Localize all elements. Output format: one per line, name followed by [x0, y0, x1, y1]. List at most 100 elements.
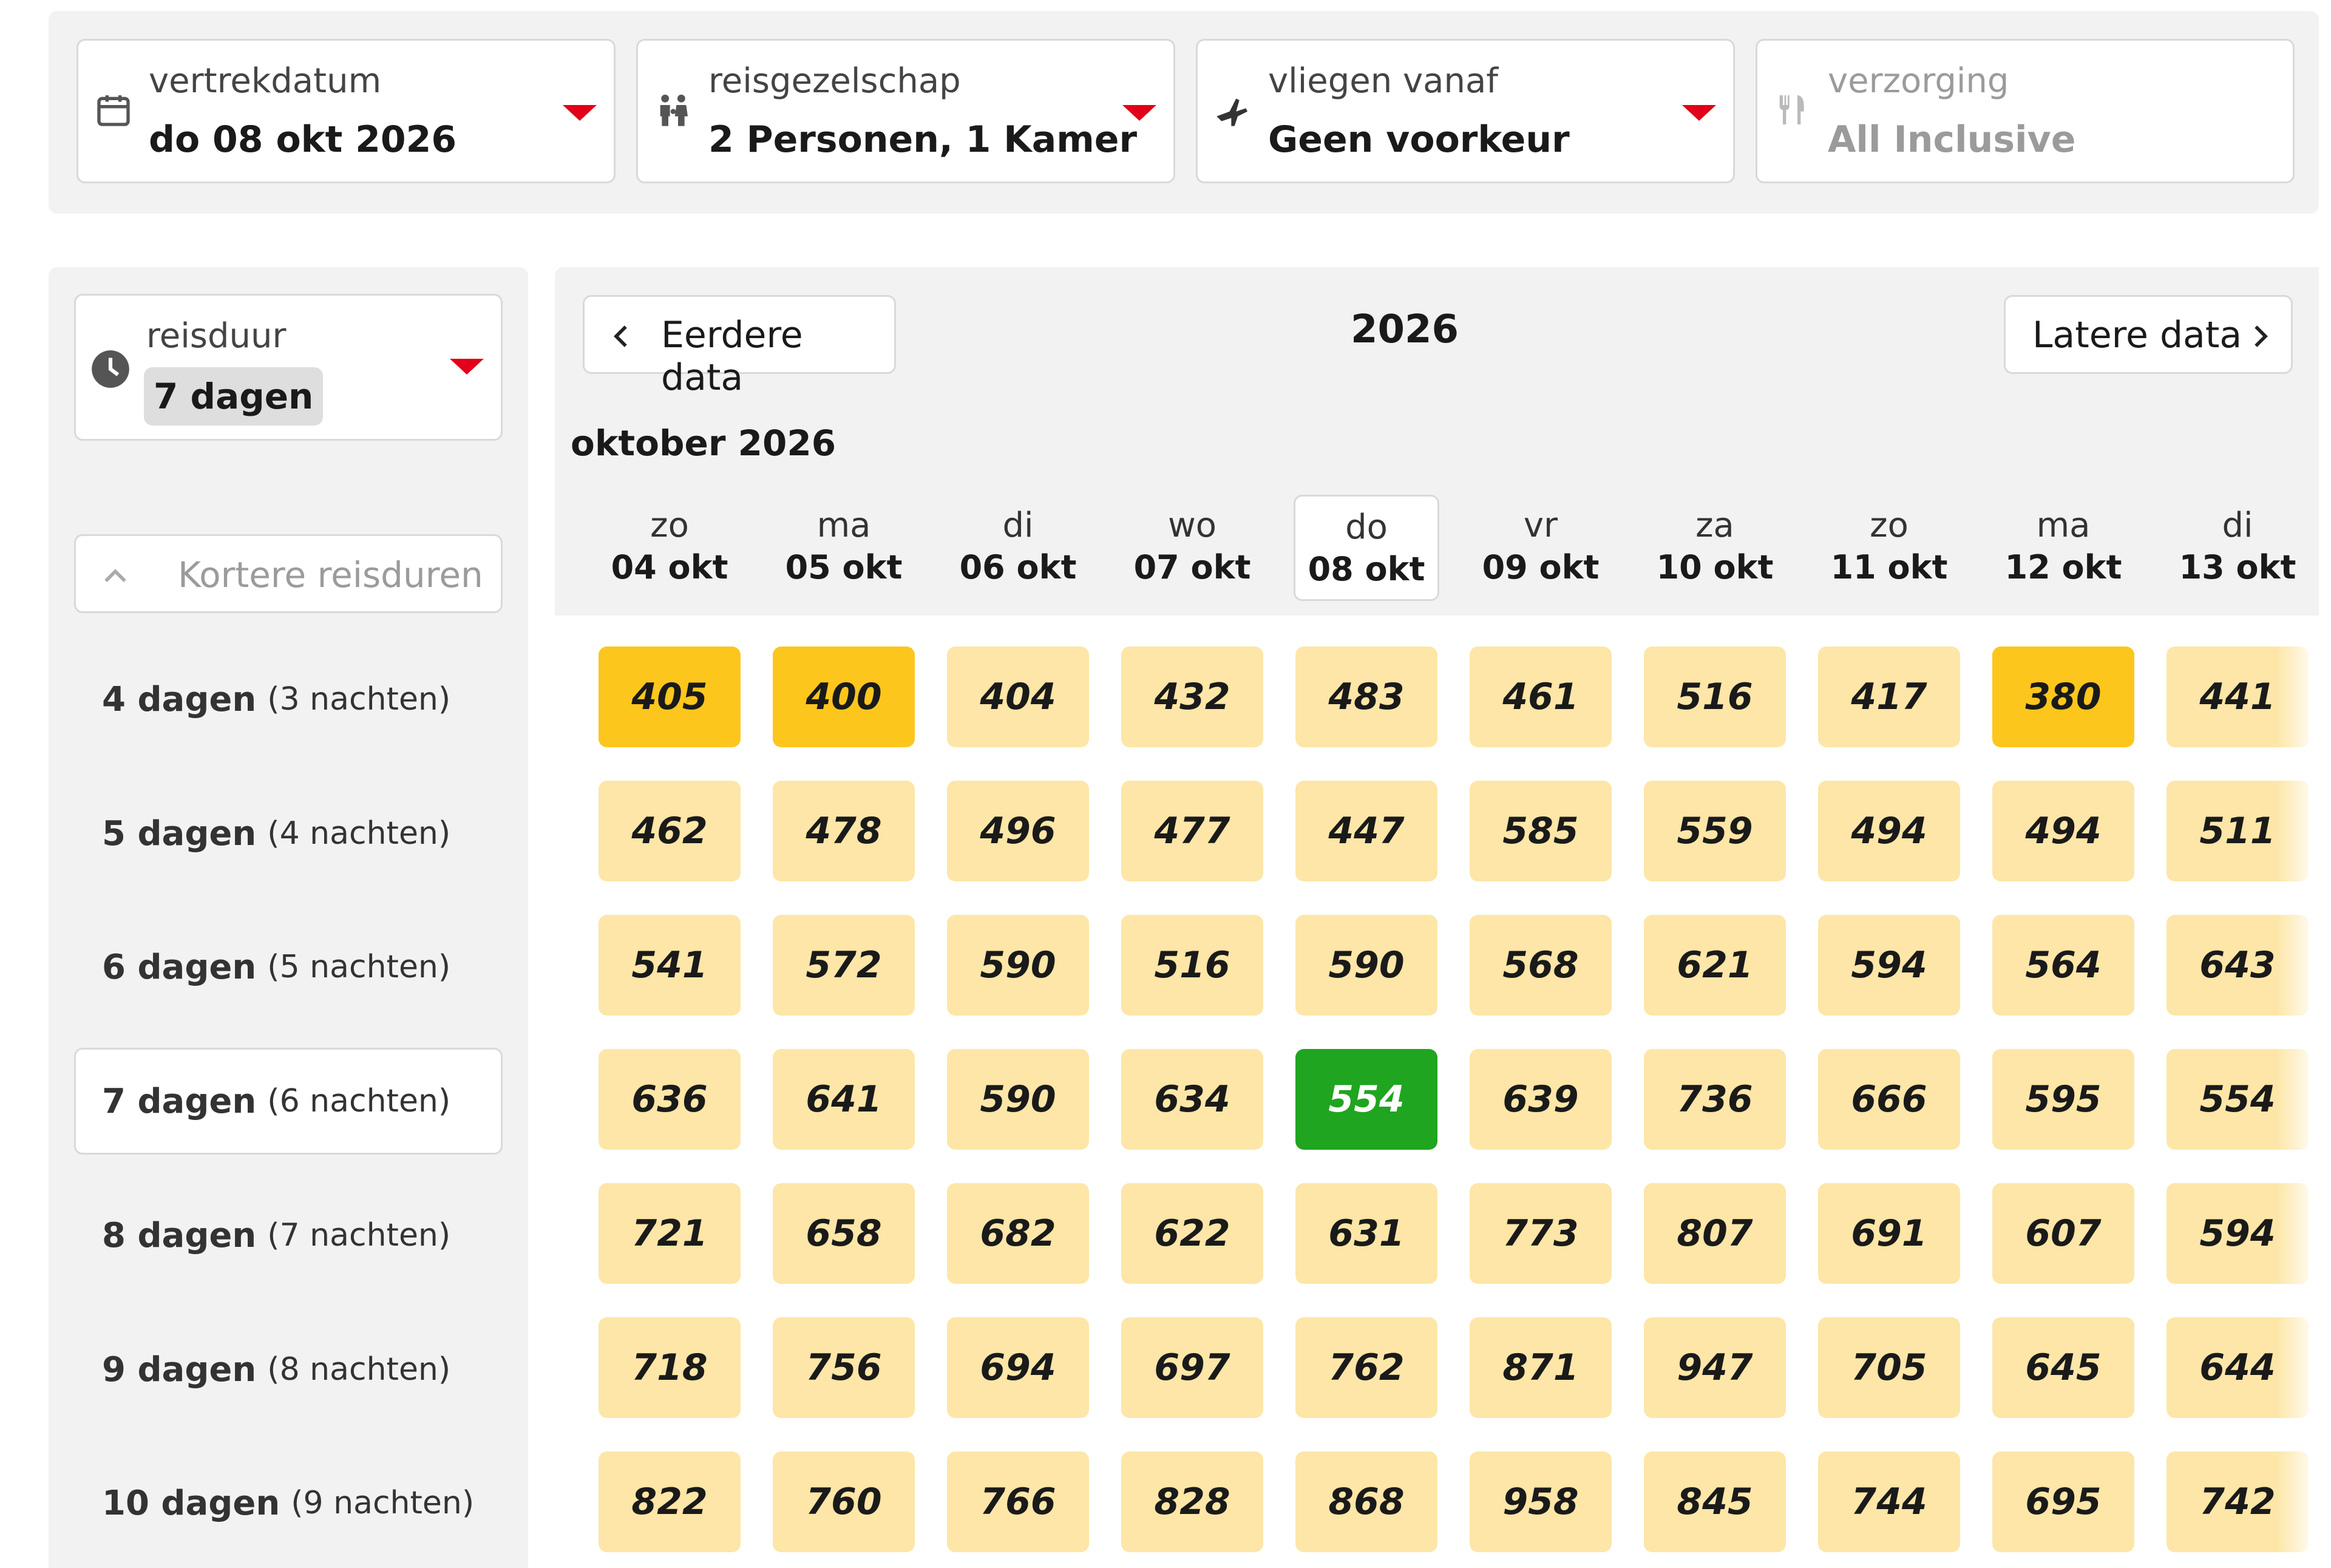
- duration-nights: (8 nachten): [267, 1351, 451, 1388]
- price-cell[interactable]: 594: [1818, 915, 1960, 1016]
- day-column-header[interactable]: di 06 okt: [945, 495, 1091, 601]
- price-cell[interactable]: 477: [1121, 781, 1263, 881]
- price-cell[interactable]: 417: [1818, 647, 1960, 747]
- cutlery-icon: [1779, 95, 1804, 124]
- family-icon: [660, 94, 688, 126]
- price-cell[interactable]: 639: [1470, 1049, 1612, 1150]
- price-cell[interactable]: 447: [1295, 781, 1437, 881]
- price-cell[interactable]: 572: [773, 915, 915, 1016]
- price-cell[interactable]: 564: [1992, 915, 2134, 1016]
- day-column-header[interactable]: za 10 okt: [1642, 495, 1788, 601]
- price-cell[interactable]: 559: [1644, 781, 1786, 881]
- price-cell[interactable]: 585: [1470, 781, 1612, 881]
- price-cell[interactable]: 762: [1295, 1317, 1437, 1418]
- price-cell[interactable]: 958: [1470, 1451, 1612, 1552]
- price-cell[interactable]: 666: [1818, 1049, 1960, 1150]
- price-cell[interactable]: 947: [1644, 1317, 1786, 1418]
- price-cell[interactable]: 461: [1470, 647, 1612, 747]
- later-dates-button[interactable]: Latere data: [2004, 295, 2293, 374]
- date-label: 08 okt: [1308, 550, 1425, 588]
- filter-label: vertrekdatum: [149, 61, 382, 101]
- price-cell[interactable]: 645: [1992, 1317, 2134, 1418]
- price-cell[interactable]: 658: [773, 1183, 915, 1284]
- price-cell[interactable]: 590: [947, 915, 1089, 1016]
- price-cell[interactable]: 607: [1992, 1183, 2134, 1284]
- price-cell[interactable]: 721: [599, 1183, 741, 1284]
- departure-airport-filter[interactable]: vliegen vanaf Geen voorkeur: [1196, 39, 1735, 183]
- day-column-header[interactable]: wo 07 okt: [1119, 495, 1265, 601]
- duration-row[interactable]: 8 dagen (7 nachten): [74, 1182, 503, 1289]
- price-cell[interactable]: 773: [1470, 1183, 1612, 1284]
- price-cell[interactable]: 462: [599, 781, 741, 881]
- day-column-header[interactable]: zo 04 okt: [597, 495, 742, 601]
- price-cell[interactable]: 494: [1818, 781, 1960, 881]
- price-cell[interactable]: 516: [1121, 915, 1263, 1016]
- price-cell[interactable]: 400: [773, 647, 915, 747]
- price-cell[interactable]: 432: [1121, 647, 1263, 747]
- price-cell[interactable]: 478: [773, 781, 915, 881]
- price-cell[interactable]: 568: [1470, 915, 1612, 1016]
- price-cell[interactable]: 845: [1644, 1451, 1786, 1552]
- price-cell[interactable]: 871: [1470, 1317, 1612, 1418]
- price-cell[interactable]: 494: [1992, 781, 2134, 881]
- board-type-filter: verzorging All Inclusive: [1756, 39, 2295, 183]
- duration-dropdown[interactable]: reisduur 7 dagen: [74, 294, 503, 441]
- price-cell[interactable]: 541: [599, 915, 741, 1016]
- duration-row-selected[interactable]: 7 dagen (6 nachten): [74, 1048, 503, 1155]
- day-column-header[interactable]: vr 09 okt: [1468, 495, 1613, 601]
- price-cell[interactable]: 636: [599, 1049, 741, 1150]
- day-column-header[interactable]: ma 05 okt: [771, 495, 917, 601]
- day-column-header[interactable]: do 08 okt: [1294, 495, 1439, 601]
- caret-down-icon: [450, 359, 484, 375]
- price-cell-selected[interactable]: 554: [1295, 1049, 1437, 1150]
- duration-row[interactable]: 9 dagen (8 nachten): [74, 1316, 503, 1423]
- price-cell[interactable]: 621: [1644, 915, 1786, 1016]
- price-cell[interactable]: 691: [1818, 1183, 1960, 1284]
- price-cell[interactable]: 496: [947, 781, 1089, 881]
- duration-row[interactable]: 5 dagen (4 nachten): [74, 780, 503, 887]
- day-column-header[interactable]: zo 11 okt: [1816, 495, 1962, 601]
- price-cell[interactable]: 634: [1121, 1049, 1263, 1150]
- price-cell[interactable]: 380: [1992, 647, 2134, 747]
- price-cell[interactable]: 404: [947, 647, 1089, 747]
- price-cell[interactable]: 483: [1295, 647, 1437, 747]
- price-cell[interactable]: 766: [947, 1451, 1089, 1552]
- weekday-label: wo: [1167, 506, 1217, 545]
- price-cell[interactable]: 697: [1121, 1317, 1263, 1418]
- duration-row[interactable]: 6 dagen (5 nachten): [74, 914, 503, 1020]
- price-cell[interactable]: 516: [1644, 647, 1786, 747]
- caret-down-icon: [1122, 105, 1156, 121]
- price-cell[interactable]: 822: [599, 1451, 741, 1552]
- price-cell[interactable]: 718: [599, 1317, 741, 1418]
- departure-date-filter[interactable]: vertrekdatum do 08 okt 2026: [76, 39, 616, 183]
- price-cell[interactable]: 682: [947, 1183, 1089, 1284]
- price-cell[interactable]: 631: [1295, 1183, 1437, 1284]
- price-cell[interactable]: 590: [947, 1049, 1089, 1150]
- price-cell[interactable]: 828: [1121, 1451, 1263, 1552]
- duration-row[interactable]: 4 dagen (3 nachten): [74, 646, 503, 753]
- price-cell[interactable]: 405: [599, 647, 741, 747]
- travel-party-filter[interactable]: reisgezelschap 2 Personen, 1 Kamer: [636, 39, 1175, 183]
- day-column-header[interactable]: ma 12 okt: [1990, 495, 2136, 601]
- price-cell[interactable]: 695: [1992, 1451, 2134, 1552]
- price-cell[interactable]: 736: [1644, 1049, 1786, 1150]
- price-cell[interactable]: 595: [1992, 1049, 2134, 1150]
- earlier-dates-button[interactable]: Eerdere data: [583, 295, 896, 399]
- weekday-label: do: [1345, 507, 1388, 547]
- price-cell[interactable]: 760: [773, 1451, 915, 1552]
- price-cell[interactable]: 590: [1295, 915, 1437, 1016]
- price-cell[interactable]: 622: [1121, 1183, 1263, 1284]
- price-cell[interactable]: 705: [1818, 1317, 1960, 1418]
- price-cell[interactable]: 641: [773, 1049, 915, 1150]
- calendar-icon: [97, 95, 130, 126]
- price-cell[interactable]: 744: [1818, 1451, 1960, 1552]
- shorter-durations-button[interactable]: Kortere reisduren: [74, 534, 503, 613]
- price-calendar: Eerdere data 2026 Latere data oktober 20…: [555, 267, 2319, 1568]
- day-column-header[interactable]: di 13 okt: [2165, 495, 2310, 601]
- duration-row[interactable]: 10 dagen (9 nachten): [74, 1450, 503, 1556]
- price-cell[interactable]: 868: [1295, 1451, 1437, 1552]
- price-cell[interactable]: 807: [1644, 1183, 1786, 1284]
- price-cell[interactable]: 756: [773, 1317, 915, 1418]
- earlier-dates-label: Eerdere data: [661, 314, 803, 399]
- price-cell[interactable]: 694: [947, 1317, 1089, 1418]
